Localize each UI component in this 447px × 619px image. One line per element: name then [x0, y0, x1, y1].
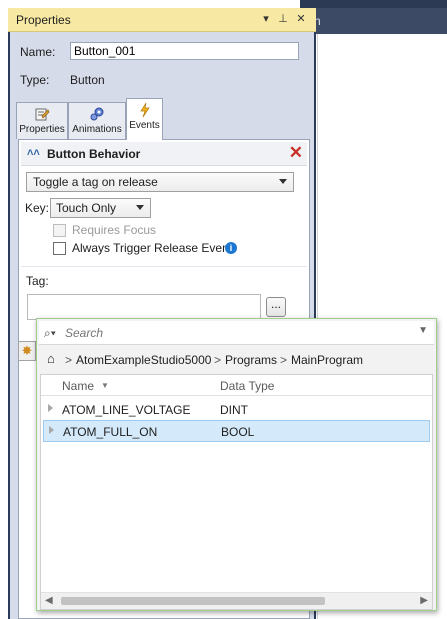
- horizontal-scrollbar[interactable]: ◀ ▶: [41, 592, 432, 609]
- search-icon[interactable]: ⌕▾: [44, 326, 56, 341]
- tag-type: DINT: [220, 403, 248, 417]
- expand-arrow-icon[interactable]: [49, 426, 54, 434]
- breadcrumb-item[interactable]: Programs: [225, 353, 277, 367]
- info-icon[interactable]: i: [225, 242, 237, 254]
- button-behavior-header[interactable]: ˄˄ Button Behavior ✕: [21, 142, 307, 166]
- breadcrumb-separator-icon: >: [65, 353, 73, 367]
- search-dropdown-icon[interactable]: ▼: [418, 325, 428, 336]
- breadcrumb-separator-icon: >: [280, 353, 288, 367]
- browse-tag-button[interactable]: ...: [266, 297, 286, 317]
- tag-label: Tag:: [26, 274, 49, 288]
- key-dropdown[interactable]: Touch Only: [50, 198, 151, 218]
- animations-icon: [90, 107, 104, 121]
- panel-menu-icon[interactable]: ▾: [258, 11, 274, 27]
- breadcrumb: ⌂ > AtomExampleStudio5000 > Programs > M…: [39, 349, 434, 371]
- tag-grid: Name ▼ Data Type ATOM_LINE_VOLTAGE DINT …: [40, 374, 433, 610]
- requires-focus-label: Requires Focus: [72, 223, 157, 237]
- tag-input[interactable]: [27, 294, 261, 320]
- events-lightning-icon: [139, 102, 150, 118]
- behavior-action-dropdown[interactable]: Toggle a tag on release: [26, 172, 294, 192]
- expand-arrow-icon[interactable]: [48, 404, 53, 412]
- remove-behavior-icon[interactable]: ✕: [289, 143, 303, 163]
- checkbox-box[interactable]: [53, 242, 66, 255]
- home-icon[interactable]: ⌂: [47, 351, 55, 366]
- key-label: Key:: [25, 201, 50, 215]
- column-header-type[interactable]: Data Type: [220, 379, 274, 393]
- search-bar: ⌕▾ ▼: [39, 321, 434, 345]
- editor-tab-bar: n: [300, 8, 447, 34]
- tag-name: ATOM_LINE_VOLTAGE: [62, 403, 191, 417]
- tab-animations[interactable]: Animations: [68, 102, 126, 139]
- behavior-action-value: Toggle a tag on release: [33, 175, 158, 189]
- tag-name: ATOM_FULL_ON: [63, 425, 158, 439]
- dropdown-arrow-icon: [279, 179, 287, 184]
- properties-icon: [35, 108, 50, 121]
- search-input[interactable]: [65, 325, 405, 341]
- type-label: Type:: [20, 73, 50, 87]
- table-row[interactable]: ATOM_LINE_VOLTAGE DINT: [43, 399, 430, 421]
- scroll-right-icon[interactable]: ▶: [420, 595, 428, 606]
- collapse-chevron-icon[interactable]: ˄˄: [27, 147, 40, 159]
- always-trigger-label: Always Trigger Release Event: [72, 241, 233, 255]
- tab-label-properties: Properties: [19, 124, 65, 135]
- tab-label-animations: Animations: [72, 124, 122, 135]
- panel-close-icon[interactable]: ✕: [293, 11, 309, 27]
- scroll-left-icon[interactable]: ◀: [45, 595, 53, 606]
- sort-icon: ▼: [101, 381, 109, 390]
- dropdown-arrow-icon: [136, 205, 144, 210]
- breadcrumb-item[interactable]: AtomExampleStudio5000: [76, 353, 211, 367]
- tab-events[interactable]: Events: [126, 98, 163, 140]
- grid-header: Name ▼ Data Type: [41, 375, 432, 396]
- panel-title: Properties: [16, 13, 71, 27]
- scroll-thumb[interactable]: [61, 597, 325, 605]
- property-tabs: Properties Animations Events: [10, 94, 314, 142]
- breadcrumb-separator-icon: >: [214, 353, 222, 367]
- object-info: Name: Type: Button: [10, 32, 314, 94]
- breadcrumb-item[interactable]: MainProgram: [291, 353, 363, 367]
- section-title: Button Behavior: [47, 147, 141, 161]
- table-row[interactable]: ATOM_FULL_ON BOOL: [43, 420, 430, 442]
- add-behavior-button[interactable]: ✸: [18, 341, 36, 361]
- type-value: Button: [70, 73, 105, 87]
- tag-browser-popup: ⌕▾ ▼ ⌂ > AtomExampleStudio5000 > Program…: [36, 318, 437, 611]
- name-label: Name:: [20, 45, 56, 59]
- app-top-bar: [300, 0, 447, 8]
- tab-properties[interactable]: Properties: [16, 102, 68, 139]
- tag-type: BOOL: [221, 425, 255, 439]
- key-value: Touch Only: [56, 201, 117, 215]
- name-field[interactable]: [70, 42, 299, 60]
- tab-label-events: Events: [129, 120, 160, 131]
- pin-icon[interactable]: ⊥: [275, 11, 291, 27]
- checkbox-box[interactable]: [53, 224, 66, 237]
- properties-title-bar: Properties ▾ ⊥ ✕: [8, 8, 316, 32]
- column-header-name[interactable]: Name: [62, 379, 94, 393]
